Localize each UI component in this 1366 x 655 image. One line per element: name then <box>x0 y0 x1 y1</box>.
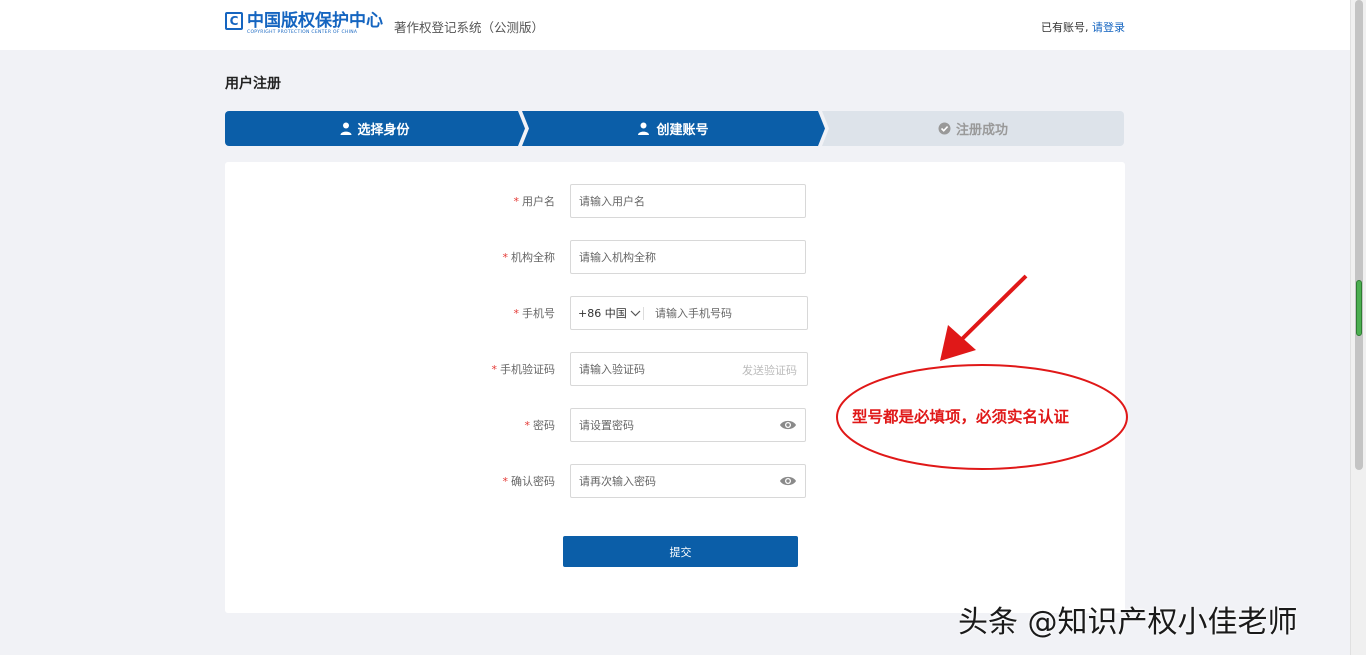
confirm-password-row: * 确认密码 <box>225 464 1125 498</box>
sms-code-label: * 手机验证码 <box>492 361 556 377</box>
password-input[interactable] <box>571 409 805 441</box>
step-label: 注册成功 <box>955 123 1008 138</box>
logo-chinese-name: 中国版权保护中心 <box>247 11 383 31</box>
system-title: 著作权登记系统（公测版） <box>394 20 545 35</box>
required-mark: * <box>513 307 520 320</box>
page-title: 用户注册 <box>225 76 281 92</box>
required-mark: * <box>502 475 509 488</box>
copyright-icon: C <box>225 12 243 30</box>
country-code-value: +86 中国 <box>578 307 627 320</box>
annotation-text: 型号都是必填项，必须实名认证 <box>852 408 1070 426</box>
registration-form: *用户名 *机构全称 *手机号 +86 中国 *手机验证码 发送验证码 <box>225 162 1125 613</box>
username-label: * 用户名 <box>514 193 556 209</box>
password-field[interactable] <box>570 408 806 442</box>
org-name-row: * 机构全称 <box>225 240 1125 274</box>
required-mark: * <box>491 363 498 376</box>
phone-row: * 手机号 +86 中国 <box>225 296 1125 330</box>
check-circle-icon <box>938 122 951 135</box>
user-add-icon <box>638 122 652 135</box>
label-text: 机构全称 <box>511 251 555 264</box>
login-link[interactable]: 请登录 <box>1092 21 1125 34</box>
username-input[interactable] <box>571 185 805 217</box>
phone-input[interactable] <box>647 297 883 329</box>
login-prompt: 已有账号, 请登录 <box>1041 19 1125 35</box>
submit-button[interactable]: 提交 <box>563 536 798 567</box>
sms-code-row: *手机验证码 发送验证码 <box>225 352 1125 386</box>
registration-steps: 选择身份 创建账号 注册成功 <box>225 111 1124 146</box>
phone-label: * 手机号 <box>514 305 556 321</box>
label-text: 手机号 <box>522 307 555 320</box>
org-name-input[interactable] <box>571 241 805 273</box>
scroll-position-marker <box>1356 280 1362 336</box>
confirm-password-label: * 确认密码 <box>503 473 556 489</box>
username-row: * 用户名 <box>225 184 1125 218</box>
label-text: 用户名 <box>522 195 555 208</box>
step-select-identity[interactable]: 选择身份 <box>225 111 525 146</box>
phone-field: +86 中国 <box>570 296 883 330</box>
eye-icon[interactable] <box>779 419 797 431</box>
label-text: 手机验证码 <box>500 363 555 376</box>
send-code-button[interactable]: 发送验证码 <box>742 362 797 378</box>
step-label: 选择身份 <box>357 123 410 138</box>
eye-icon[interactable] <box>779 475 797 487</box>
top-bar: C 中国版权保护中心 COPYRIGHT PROTECTION CENTER O… <box>0 0 1350 50</box>
sms-code-field: 发送验证码 <box>570 352 808 386</box>
chevron-down-icon <box>630 310 641 317</box>
watermark: 头条 @知识产权小佳老师 <box>958 605 1298 640</box>
label-text: 确认密码 <box>511 475 555 488</box>
confirm-password-input[interactable] <box>571 465 805 497</box>
confirm-password-field[interactable] <box>570 464 806 498</box>
step-label: 创建账号 <box>656 123 709 138</box>
country-code-select[interactable]: +86 中国 <box>571 297 643 329</box>
password-label: * 密码 <box>525 417 556 433</box>
required-mark: * <box>513 195 520 208</box>
user-icon <box>340 122 352 135</box>
org-name-label: * 机构全称 <box>503 249 556 265</box>
required-mark: * <box>524 419 531 432</box>
username-field[interactable] <box>570 184 806 218</box>
label-text: 密码 <box>533 419 555 432</box>
logo-text: 中国版权保护中心 COPYRIGHT PROTECTION CENTER OF … <box>247 12 383 35</box>
scrollbar-thumb[interactable] <box>1355 0 1363 470</box>
step-create-account[interactable]: 创建账号 <box>522 111 825 146</box>
logo[interactable]: C 中国版权保护中心 COPYRIGHT PROTECTION CENTER O… <box>225 12 383 35</box>
org-name-field[interactable] <box>570 240 806 274</box>
divider <box>643 307 644 320</box>
have-account-text: 已有账号, <box>1041 21 1089 34</box>
required-mark: * <box>502 251 509 264</box>
vertical-scrollbar[interactable] <box>1350 0 1366 655</box>
step-registration-success[interactable]: 注册成功 <box>822 111 1124 146</box>
